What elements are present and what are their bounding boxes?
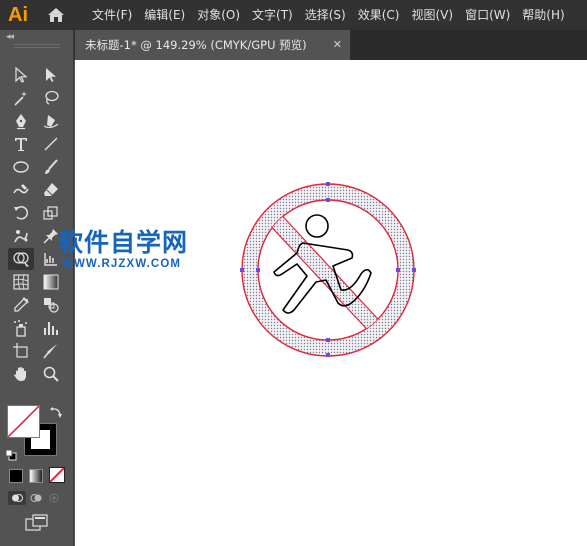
blend-tool-icon[interactable] xyxy=(38,294,64,316)
screen-mode-icon[interactable] xyxy=(25,514,49,536)
shaper-tool-icon[interactable] xyxy=(8,179,34,201)
menu-effect[interactable]: 效果(C) xyxy=(352,0,406,30)
line-segment-tool-icon[interactable] xyxy=(38,133,64,155)
draw-normal-icon[interactable] xyxy=(8,491,26,505)
pen-tool-icon[interactable] xyxy=(8,110,34,132)
gradient-tool-icon[interactable] xyxy=(38,271,64,293)
gradient-button[interactable] xyxy=(29,469,43,483)
menu-type[interactable]: 文字(T) xyxy=(246,0,299,30)
menu-select[interactable]: 选择(S) xyxy=(299,0,352,30)
collapse-panel-icon[interactable]: ◂◂ xyxy=(6,32,14,42)
artwork[interactable] xyxy=(75,60,587,546)
home-icon[interactable] xyxy=(36,0,76,30)
app-logo: Ai xyxy=(8,3,28,26)
tools-panel: ◂◂ xyxy=(0,30,74,546)
watermark-url: WWW.RJZXW.COM xyxy=(62,258,182,270)
eraser-tool-icon[interactable] xyxy=(38,179,64,201)
document-tab-title: 未标题-1* @ 149.29% (CMYK/GPU 预览) xyxy=(85,38,307,52)
none-button[interactable] xyxy=(49,467,65,483)
curvature-tool-icon[interactable] xyxy=(38,110,64,132)
eyedropper-tool-icon[interactable] xyxy=(8,294,34,316)
watermark-title: 软件自学网 xyxy=(58,228,189,257)
draw-behind-icon[interactable] xyxy=(28,491,44,505)
magic-wand-tool-icon[interactable] xyxy=(8,87,34,109)
color-button[interactable] xyxy=(9,469,23,483)
artboard-tool-icon[interactable] xyxy=(8,340,34,362)
draw-inside-icon[interactable] xyxy=(46,491,62,505)
scale-tool-icon[interactable] xyxy=(38,202,64,224)
mesh-tool-icon[interactable] xyxy=(8,271,34,293)
menu-bar: Ai 文件(F) 编辑(E) 对象(O) 文字(T) 选择(S) 效果(C) 视… xyxy=(0,0,587,30)
fill-swatch[interactable] xyxy=(7,405,40,438)
selection-tool-icon[interactable] xyxy=(8,64,34,86)
direct-selection-tool-icon[interactable] xyxy=(38,64,64,86)
ellipse-tool-icon[interactable] xyxy=(8,156,34,178)
menu-help[interactable]: 帮助(H) xyxy=(516,0,570,30)
hand-tool-icon[interactable] xyxy=(8,363,34,385)
tab-strip: 未标题-1* @ 149.29% (CMYK/GPU 预览) ✕ xyxy=(0,30,587,60)
close-icon[interactable]: ✕ xyxy=(333,30,342,60)
type-tool-icon[interactable] xyxy=(8,133,34,155)
menu-file[interactable]: 文件(F) xyxy=(86,0,138,30)
rotate-tool-icon[interactable] xyxy=(8,202,34,224)
shape-builder-tool-icon[interactable] xyxy=(8,248,34,270)
panel-grip[interactable] xyxy=(14,44,60,48)
canvas[interactable] xyxy=(75,60,587,546)
default-colors-icon[interactable] xyxy=(5,446,17,465)
paintbrush-tool-icon[interactable] xyxy=(38,156,64,178)
symbol-sprayer-tool-icon[interactable] xyxy=(8,317,34,339)
zoom-tool-icon[interactable] xyxy=(38,363,64,385)
menu-window[interactable]: 窗口(W) xyxy=(459,0,516,30)
lasso-tool-icon[interactable] xyxy=(38,87,64,109)
column-graph-tool-icon[interactable] xyxy=(38,317,64,339)
puppet-warp-tool-icon[interactable] xyxy=(8,225,34,247)
watermark: 软件自学网 WWW.RJZXW.COM xyxy=(58,228,188,270)
swap-fill-stroke-icon[interactable] xyxy=(49,405,63,424)
menu-object[interactable]: 对象(O) xyxy=(191,0,246,30)
menu-view[interactable]: 视图(V) xyxy=(405,0,459,30)
document-tab[interactable]: 未标题-1* @ 149.29% (CMYK/GPU 预览) ✕ xyxy=(75,30,350,60)
slice-tool-icon[interactable] xyxy=(38,340,64,362)
menu-edit[interactable]: 编辑(E) xyxy=(138,0,191,30)
